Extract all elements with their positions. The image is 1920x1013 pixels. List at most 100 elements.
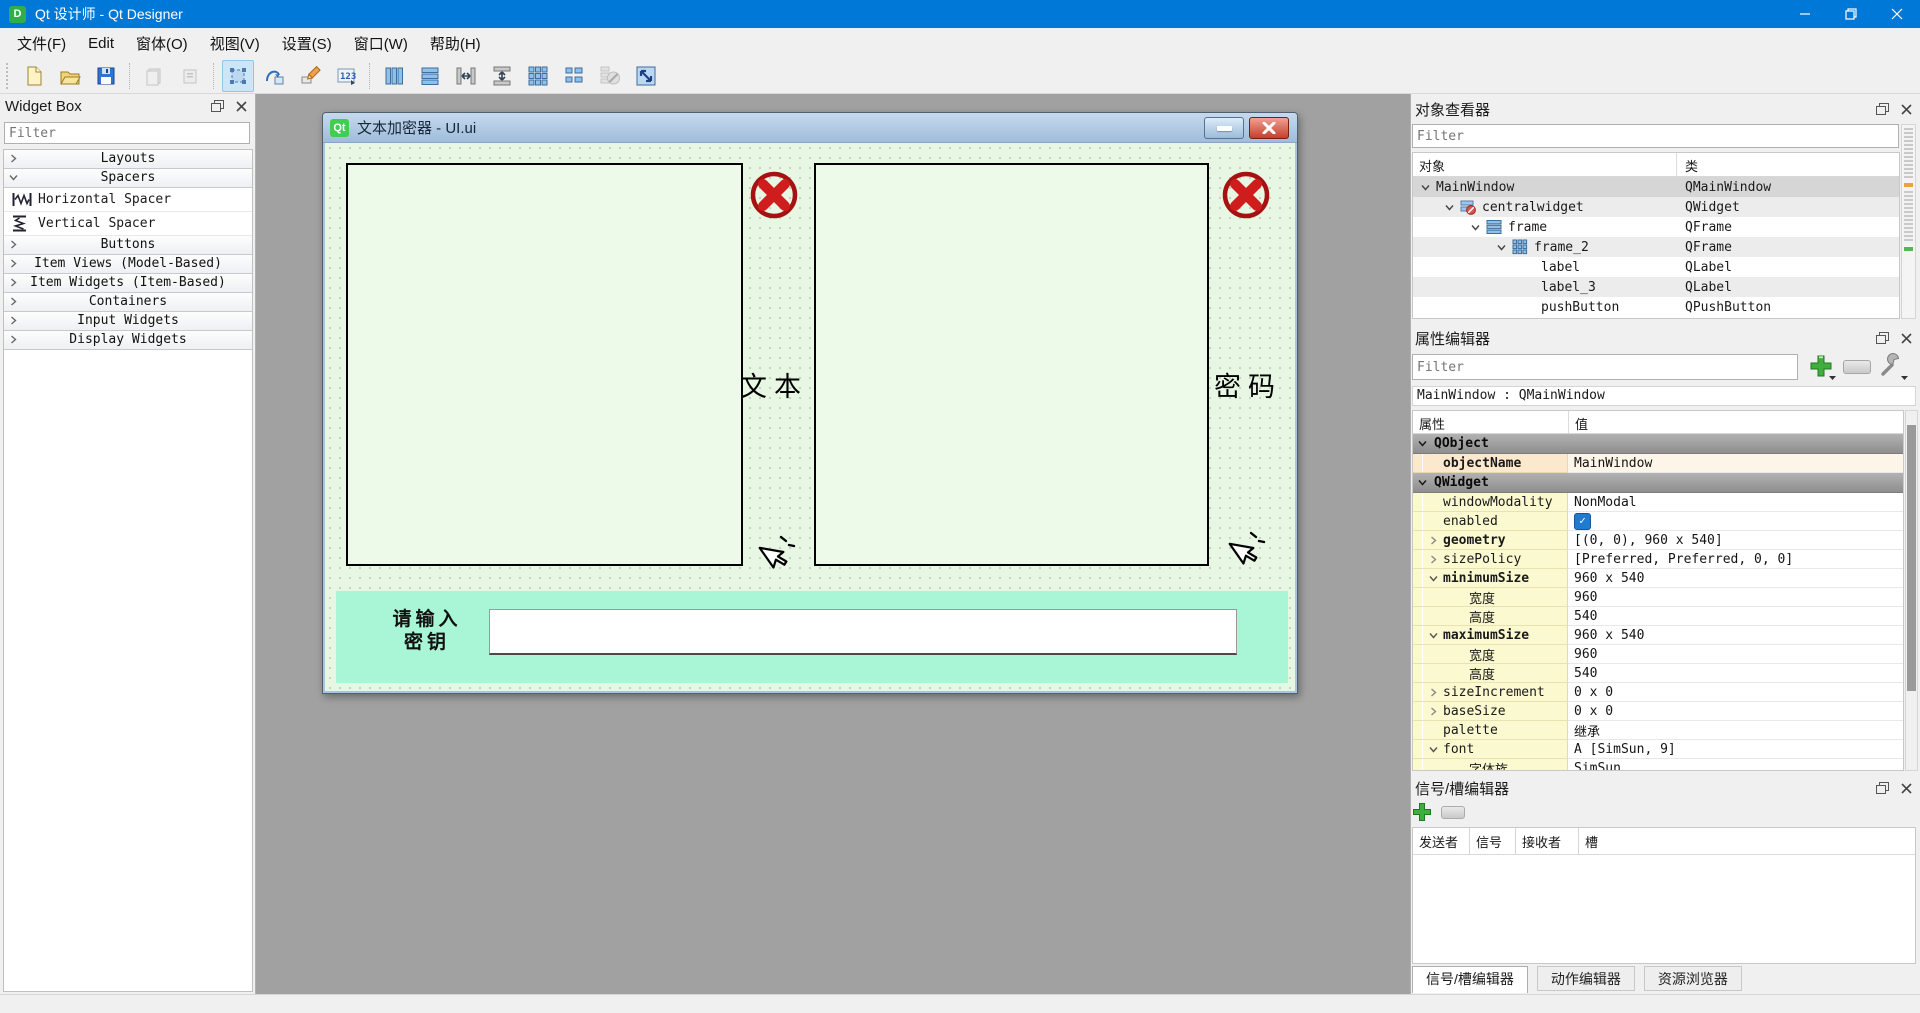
widgetbox-category-item-widgets[interactable]: Item Widgets (Item-Based) xyxy=(4,274,252,293)
restore-button[interactable] xyxy=(1828,0,1874,28)
scroll-thumb[interactable] xyxy=(1907,425,1916,691)
menu-help[interactable]: 帮助(H) xyxy=(419,29,492,58)
widgetbox-category-containers[interactable]: Containers xyxy=(4,293,252,312)
tree-row-label[interactable]: labelQLabel xyxy=(1413,257,1899,277)
click-cursor-icon[interactable] xyxy=(1221,527,1267,571)
property-row-min-height[interactable]: 高度540 xyxy=(1413,607,1903,626)
object-inspector-column-header[interactable]: 对象 类 xyxy=(1413,153,1899,177)
property-row-font[interactable]: fontA [SimSun, 9] xyxy=(1413,740,1903,759)
enabled-checkbox[interactable]: ✓ xyxy=(1574,513,1591,530)
property-row-basesize[interactable]: baseSize0 x 0 xyxy=(1413,702,1903,721)
menu-edit[interactable]: Edit xyxy=(77,31,125,56)
page-action-disabled-1[interactable] xyxy=(138,60,170,92)
tab-signal-slot-editor[interactable]: 信号/槽编辑器 xyxy=(1412,966,1528,993)
column-sender[interactable]: 发送者 xyxy=(1413,828,1470,854)
clear-password-icon[interactable] xyxy=(1217,166,1275,224)
save-form-button[interactable] xyxy=(90,60,122,92)
clear-text-icon[interactable] xyxy=(745,166,803,224)
edit-buddies-button[interactable] xyxy=(294,60,326,92)
form-close-button[interactable] xyxy=(1249,117,1289,139)
float-panel-icon[interactable] xyxy=(1872,100,1892,118)
column-receiver[interactable]: 接收者 xyxy=(1516,828,1579,854)
tree-row-centralwidget[interactable]: centralwidgetQWidget xyxy=(1413,197,1899,217)
tree-row-frame[interactable]: frameQFrame xyxy=(1413,217,1899,237)
chevron-down-icon[interactable] xyxy=(1421,183,1430,192)
chevron-down-icon[interactable] xyxy=(1497,243,1506,252)
tree-row-frame-2[interactable]: frame_2QFrame xyxy=(1413,237,1899,257)
edit-widgets-button[interactable] xyxy=(222,60,254,92)
property-group-qwidget[interactable]: QWidget xyxy=(1413,473,1903,493)
property-row-sizeincrement[interactable]: sizeIncrement0 x 0 xyxy=(1413,683,1903,702)
column-slot[interactable]: 槽 xyxy=(1579,828,1915,854)
close-panel-icon[interactable] xyxy=(1896,100,1916,118)
layout-vertical-splitter-button[interactable] xyxy=(486,60,518,92)
chevron-right-icon[interactable] xyxy=(1429,555,1438,564)
property-row-enabled[interactable]: enabled✓ xyxy=(1413,512,1903,531)
menu-file[interactable]: 文件(F) xyxy=(6,29,77,58)
property-group-qobject[interactable]: QObject xyxy=(1413,434,1903,454)
property-row-min-width[interactable]: 宽度960 xyxy=(1413,588,1903,607)
chevron-down-icon[interactable] xyxy=(1445,203,1454,212)
close-panel-icon[interactable] xyxy=(1896,779,1916,797)
tree-row-label-3[interactable]: label_3QLabel xyxy=(1413,277,1899,297)
property-filter-input[interactable] xyxy=(1412,354,1798,380)
edit-tab-order-button[interactable]: 123 xyxy=(330,60,362,92)
configure-property-editor-button[interactable] xyxy=(1876,349,1908,381)
menu-settings[interactable]: 设置(S) xyxy=(271,29,343,58)
form-title-bar[interactable]: Qt 文本加密器 - UI.ui xyxy=(323,113,1297,143)
close-panel-icon[interactable] xyxy=(1896,329,1916,347)
text-frame[interactable] xyxy=(346,163,743,566)
layout-form-button[interactable] xyxy=(558,60,590,92)
chevron-right-icon[interactable] xyxy=(1429,536,1438,545)
menu-form[interactable]: 窗体(O) xyxy=(125,29,199,58)
property-row-geometry[interactable]: geometry[(0, 0), 960 x 540] xyxy=(1413,531,1903,550)
layout-vertical-button[interactable] xyxy=(414,60,446,92)
layout-horizontal-button[interactable] xyxy=(378,60,410,92)
property-row-maximumsize[interactable]: maximumSize960 x 540 xyxy=(1413,626,1903,645)
new-form-button[interactable] xyxy=(18,60,50,92)
minimize-button[interactable] xyxy=(1782,0,1828,28)
remove-dynamic-property-button[interactable] xyxy=(1843,360,1871,374)
break-layout-button[interactable] xyxy=(594,60,626,92)
property-editor-scrollbar[interactable] xyxy=(1905,410,1918,771)
add-connection-button[interactable] xyxy=(1410,800,1434,824)
layout-horizontal-splitter-button[interactable] xyxy=(450,60,482,92)
widget-box-filter-input[interactable] xyxy=(4,122,250,144)
scroll-thumb[interactable] xyxy=(1904,191,1913,243)
property-row-font-family[interactable]: 字体族SimSun xyxy=(1413,759,1903,771)
widgetbox-category-layouts[interactable]: Layouts xyxy=(4,150,252,169)
close-panel-icon[interactable] xyxy=(231,97,251,115)
widgetbox-category-item-views[interactable]: Item Views (Model-Based) xyxy=(4,255,252,274)
property-row-max-width[interactable]: 宽度960 xyxy=(1413,645,1903,664)
chevron-down-icon[interactable] xyxy=(1429,574,1438,583)
tab-resource-browser[interactable]: 资源浏览器 xyxy=(1644,966,1742,991)
chevron-down-icon[interactable] xyxy=(1471,223,1480,232)
property-row-sizepolicy[interactable]: sizePolicy[Preferred, Preferred, 0, 0] xyxy=(1413,550,1903,569)
property-row-palette[interactable]: palette继承 xyxy=(1413,721,1903,740)
signal-slot-column-header[interactable]: 发送者 信号 接收者 槽 xyxy=(1413,828,1915,855)
chevron-down-icon[interactable] xyxy=(1429,745,1438,754)
float-panel-icon[interactable] xyxy=(1872,779,1892,797)
property-row-minimumsize[interactable]: minimumSize960 x 540 xyxy=(1413,569,1903,588)
open-form-button[interactable] xyxy=(54,60,86,92)
page-action-disabled-2[interactable] xyxy=(174,60,206,92)
column-signal[interactable]: 信号 xyxy=(1470,828,1516,854)
object-inspector-scrollbar[interactable] xyxy=(1901,124,1916,319)
widgetbox-category-buttons[interactable]: Buttons xyxy=(4,236,252,255)
property-row-max-height[interactable]: 高度540 xyxy=(1413,664,1903,683)
chevron-right-icon[interactable] xyxy=(1429,707,1438,716)
form-window[interactable]: Qt 文本加密器 - UI.ui 文本 密码 请输入 密钥 xyxy=(322,112,1298,694)
tab-action-editor[interactable]: 动作编辑器 xyxy=(1537,966,1635,991)
close-button[interactable] xyxy=(1874,0,1920,28)
form-minimize-button[interactable] xyxy=(1204,117,1244,139)
form-canvas[interactable]: 文本 密码 请输入 密钥 xyxy=(325,143,1295,691)
widgetbox-category-display-widgets[interactable]: Display Widgets xyxy=(4,331,252,350)
property-row-windowmodality[interactable]: windowModalityNonModal xyxy=(1413,493,1903,512)
property-column-header[interactable]: 属性 值 xyxy=(1413,411,1903,434)
click-cursor-icon[interactable] xyxy=(751,531,797,575)
toolbar-drag-handle[interactable] xyxy=(6,63,12,89)
property-row-objectname[interactable]: objectNameMainWindow xyxy=(1413,454,1903,473)
edit-signals-slots-button[interactable] xyxy=(258,60,290,92)
menu-view[interactable]: 视图(V) xyxy=(199,29,271,58)
widgetbox-item-horizontal-spacer[interactable]: Horizontal Spacer xyxy=(4,188,252,212)
